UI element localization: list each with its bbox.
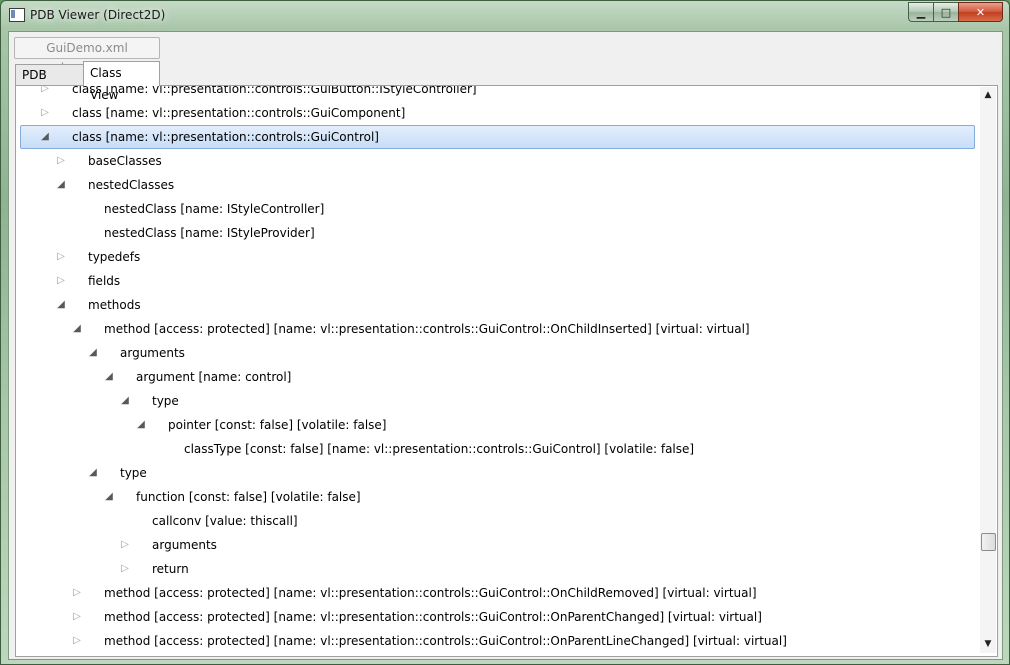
tree-node[interactable]: ◢ class [name: vl::presentation::controls…: [20, 125, 980, 149]
tree-node[interactable]: ▷ class [name: vl::presentation::controls…: [20, 86, 980, 101]
expanded-arrow-icon[interactable]: ◢: [120, 389, 130, 413]
tree-node-label: type: [120, 466, 147, 480]
tree-node-label: method [access: protected] [name: vl::pr…: [104, 322, 750, 336]
tree-node[interactable]: nestedClass [name: IStyleController]: [20, 197, 980, 221]
tree-node[interactable]: ◢ type: [20, 389, 980, 413]
maximize-button[interactable]: □: [933, 2, 958, 22]
tree-node-label: method [access: protected] [name: vl::pr…: [104, 586, 757, 600]
expanded-arrow-icon[interactable]: ◢: [72, 317, 82, 341]
tree-node-label: function [const: false] [volatile: false…: [136, 490, 361, 504]
tree-node[interactable]: ◢ arguments: [20, 341, 980, 365]
tree-node-label: arguments: [152, 538, 217, 552]
tree-node-label: class [name: vl::presentation::controls:…: [72, 106, 406, 120]
tree-node-label: classType [const: false] [name: vl::pres…: [184, 442, 695, 456]
close-button[interactable]: ✕: [958, 2, 1003, 22]
scroll-down-button[interactable]: ▼: [980, 636, 996, 653]
tree-node[interactable]: ▷ arguments: [20, 533, 980, 557]
tree-node-label: method [access: protected] [name: vl::pr…: [104, 610, 762, 624]
tree-node[interactable]: ▷ typedefs: [20, 245, 980, 269]
collapsed-arrow-icon[interactable]: ▷: [56, 245, 66, 269]
tree-node-label: nestedClasses: [88, 178, 175, 192]
expanded-arrow-icon[interactable]: ◢: [40, 125, 50, 149]
collapsed-arrow-icon[interactable]: ▷: [120, 533, 130, 557]
tab-class-view[interactable]: Class View: [83, 61, 160, 102]
window-title: PDB Viewer (Direct2D): [30, 8, 166, 22]
collapsed-arrow-icon[interactable]: ▷: [56, 269, 66, 293]
tree-node-label: class [name: vl::presentation::controls:…: [72, 86, 477, 96]
tree-node[interactable]: ▷ baseClasses: [20, 149, 980, 173]
expanded-arrow-icon[interactable]: ◢: [104, 365, 114, 389]
tree-node[interactable]: ▷ method [access: protected] [name: vl::p…: [20, 581, 980, 605]
expanded-arrow-icon[interactable]: ◢: [88, 461, 98, 485]
tree-node[interactable]: ▷ class [name: vl::presentation::controls…: [20, 101, 980, 125]
tree-node-label: methods: [88, 298, 141, 312]
tree-node[interactable]: callconv [value: thiscall]: [20, 509, 980, 533]
tree-node[interactable]: ▷ method [access: protected] [name: vl::p…: [20, 629, 980, 651]
collapsed-arrow-icon[interactable]: ▷: [72, 629, 82, 651]
expanded-arrow-icon[interactable]: ◢: [56, 173, 66, 197]
scroll-up-button[interactable]: ▲: [980, 87, 996, 104]
scroll-thumb[interactable]: [981, 533, 996, 551]
tree-node-label: pointer [const: false] [volatile: false]: [168, 418, 387, 432]
class-view-panel: ▷class [name: vl::presentation::controls…: [15, 85, 998, 657]
tree-view[interactable]: ▷class [name: vl::presentation::controls…: [20, 86, 980, 651]
tree-node[interactable]: ◢ pointer [const: false] [volatile: false…: [20, 413, 980, 437]
tree-node-label: callconv [value: thiscall]: [152, 514, 298, 528]
status-button[interactable]: GuiDemo.xml dumpped.: [14, 37, 160, 75]
tree-node-label: nestedClass [name: IStyleController]: [104, 202, 325, 216]
expanded-arrow-icon[interactable]: ◢: [104, 485, 114, 509]
tree-node[interactable]: ▷ fields: [20, 269, 980, 293]
expanded-arrow-icon[interactable]: ◢: [88, 341, 98, 365]
title-bar[interactable]: PDB Viewer (Direct2D) ▁ □ ✕: [1, 1, 1009, 31]
tree-list: ▷class [name: vl::presentation::controls…: [20, 86, 980, 651]
tree-node[interactable]: ▷ return: [20, 557, 980, 581]
tree-node-label: return: [152, 562, 189, 576]
collapsed-arrow-icon[interactable]: ▷: [40, 101, 50, 125]
tree-node-label: baseClasses: [88, 154, 162, 168]
tree-node[interactable]: ◢ method [access: protected] [name: vl::p…: [20, 317, 980, 341]
app-window-icon[interactable]: [9, 8, 25, 22]
tree-node[interactable]: ◢ nestedClasses: [20, 173, 980, 197]
tree-node[interactable]: ▷ method [access: protected] [name: vl::p…: [20, 605, 980, 629]
tree-node-label: method [access: protected] [name: vl::pr…: [104, 634, 787, 648]
tree-node-label: typedefs: [88, 250, 141, 264]
tree-node[interactable]: classType [const: false] [name: vl::pres…: [20, 437, 980, 461]
tree-node-label: argument [name: control]: [136, 370, 292, 384]
collapsed-arrow-icon[interactable]: ▷: [56, 149, 66, 173]
tree-node-label: arguments: [120, 346, 185, 360]
tree-node[interactable]: ◢ methods: [20, 293, 980, 317]
app-window: PDB Viewer (Direct2D) ▁ □ ✕ GuiDemo.xml …: [0, 0, 1010, 665]
tree-node[interactable]: ◢ type: [20, 461, 980, 485]
tree-node[interactable]: ◢ argument [name: control]: [20, 365, 980, 389]
tree-node-label: nestedClass [name: IStyleProvider]: [104, 226, 315, 240]
tree-node-label: fields: [88, 274, 121, 288]
minimize-button[interactable]: ▁: [908, 2, 933, 22]
collapsed-arrow-icon[interactable]: ▷: [72, 605, 82, 629]
expanded-arrow-icon[interactable]: ◢: [136, 413, 146, 437]
tab-pdb-view[interactable]: PDB View: [15, 64, 85, 103]
tree-node[interactable]: ◢ function [const: false] [volatile: fals…: [20, 485, 980, 509]
caption-buttons: ▁ □ ✕: [908, 2, 1003, 22]
collapsed-arrow-icon[interactable]: ▷: [40, 86, 50, 101]
client-area: GuiDemo.xml dumpped. PDB View Class View…: [8, 31, 1003, 660]
collapsed-arrow-icon[interactable]: ▷: [120, 557, 130, 581]
tree-node[interactable]: nestedClass [name: IStyleProvider]: [20, 221, 980, 245]
expanded-arrow-icon[interactable]: ◢: [56, 293, 66, 317]
tree-node-label: type: [152, 394, 179, 408]
collapsed-arrow-icon[interactable]: ▷: [72, 581, 82, 605]
tree-node-label: class [name: vl::presentation::controls:…: [72, 130, 379, 144]
vertical-scrollbar[interactable]: ▲ ▼: [980, 87, 996, 653]
